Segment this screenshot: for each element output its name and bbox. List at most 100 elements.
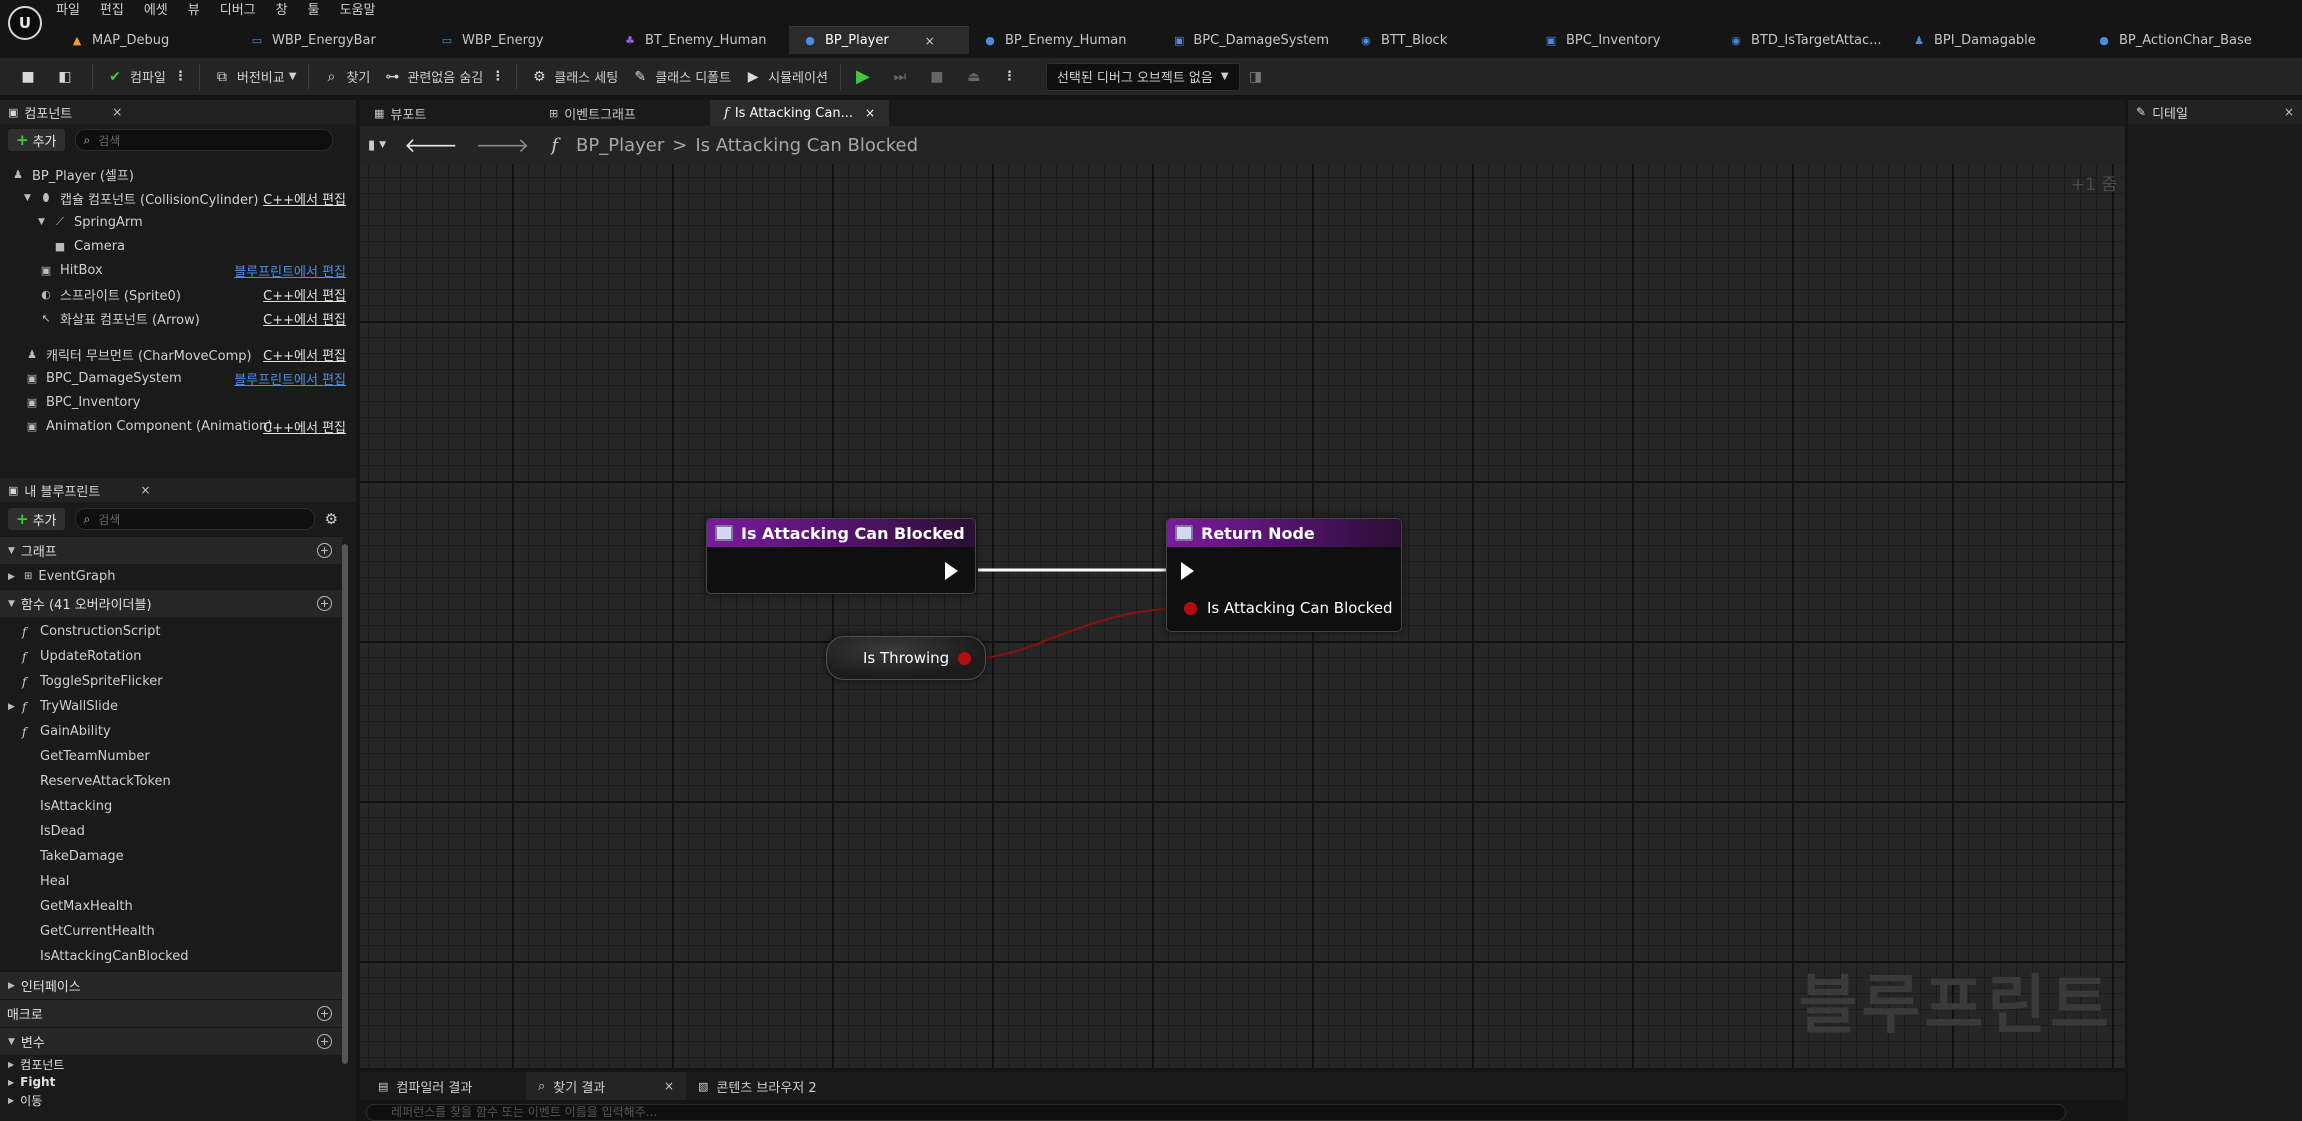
tab-compiler-results[interactable]: ▤ 컴파일러 결과 [366,1072,526,1100]
tab-is-attacking-can-blocked[interactable]: f Is Attacking Can... × [710,100,890,126]
bookmark-icon[interactable]: ▮ [368,138,375,153]
macros-section[interactable]: ▶매크로+ [0,999,342,1027]
forward-arrow-icon[interactable]: 🡒 [476,133,530,157]
doc-tab-btd-istargetattac[interactable]: ◉ BTD_IsTargetAttac... [1715,26,1898,54]
play-button[interactable]: ▶ [847,62,884,92]
simulation-button[interactable]: ▶ 시뮬레이션 [737,62,834,92]
edit-link[interactable]: 블루프린트에서 편집 [234,261,346,280]
class-defaults-button[interactable]: ✎ 클래스 디폴트 [624,62,737,92]
menu-asset[interactable]: 에셋 [144,0,168,22]
edit-link[interactable]: C++에서 편집 [263,309,346,328]
back-arrow-icon[interactable]: 🡐 [404,133,458,157]
close-icon[interactable]: × [664,1079,674,1093]
step-button[interactable]: ⏭ [884,62,921,92]
doc-tab-bp-enemy-human[interactable]: ● BP_Enemy_Human [969,26,1159,54]
chevron-down-icon[interactable]: ▼ [24,193,36,203]
exec-in-pin[interactable] [1181,562,1194,580]
my-blueprint-search-input[interactable]: ⌕ 검색 [74,508,315,530]
function-entry-node[interactable]: Is Attacking Can Blocked [706,518,976,594]
interfaces-section[interactable]: ▶ 인터페이스 [0,971,342,999]
doc-tab-bp-actionchar-base[interactable]: ● BP_ActionChar_Base [2083,26,2273,54]
component-row[interactable]: ↖ 화살표 컴포넌트 (Arrow) C++에서 편집 [0,306,356,330]
compile-button[interactable]: ✔ 컴파일 ⋮ [99,62,193,92]
hide-unrelated-button[interactable]: ⊶ 관련없음 숨김 ⋮ [376,62,510,92]
variables-section[interactable]: ▼ 변수 + [0,1027,342,1055]
debug-filter-button[interactable]: ◨ [1240,62,1277,92]
tab-event-graph[interactable]: ⊞ 이벤트그래프 [535,100,710,126]
functions-section[interactable]: ▼ 함수 (41 오버라이더블) + [0,589,342,617]
doc-tab-bt-enemy-human[interactable]: ♣ BT_Enemy_Human [609,26,789,54]
graphs-section[interactable]: ▼ 그래프 + [0,536,342,564]
close-icon[interactable]: × [112,105,122,119]
kebab-icon[interactable]: ⋮ [1003,69,1016,84]
event-graph-item[interactable]: ▶ ⊞ EventGraph [0,564,342,589]
edit-link[interactable]: C++에서 편집 [263,345,346,364]
close-icon[interactable]: × [2284,105,2294,119]
menu-window[interactable]: 창 [276,0,288,22]
function-item[interactable]: fHeal [0,869,342,894]
doc-tab-bpc-inventory[interactable]: ▣ BPC_Inventory [1530,26,1715,54]
variable-group-movement[interactable]: ▶ 이동 [0,1091,342,1109]
eject-button[interactable]: ⏏ [958,62,995,92]
edit-link[interactable]: C++에서 편집 [263,417,346,436]
function-item[interactable]: f ToggleSpriteFlicker [0,669,342,694]
details-tab[interactable]: ✎ 디테일 × [2128,100,2302,124]
kebab-icon[interactable]: ⋮ [174,69,187,84]
variable-group-components[interactable]: ▶ 컴포넌트 [0,1055,342,1073]
doc-tab-btt-block[interactable]: ◉ BTT_Block [1345,26,1530,54]
function-item[interactable]: fGetTeamNumber [0,744,342,769]
menu-file[interactable]: 파일 [56,0,80,22]
menu-help[interactable]: 도움말 [340,0,376,22]
function-item[interactable]: f GainAbility [0,719,342,744]
add-variable-icon[interactable]: + [317,1034,332,1049]
component-row[interactable]: ▣ Animation Component (Animation) C++에서 편집 [0,414,356,438]
edit-link[interactable]: 블루프린트에서 편집 [234,369,346,388]
function-item[interactable]: fGetMaxHealth [0,894,342,919]
breadcrumb-root[interactable]: BP_Player [576,135,664,156]
stop-button[interactable]: ■ [921,62,958,92]
function-item[interactable]: fGetCurrentHealth [0,919,342,944]
add-member-button[interactable]: + 추가 [8,508,65,530]
variable-group-fight[interactable]: ▶ Fight [0,1073,342,1091]
edit-link[interactable]: C++에서 편집 [263,189,346,208]
tab-content-browser-2[interactable]: ▧ 콘텐츠 브라우저 2 [686,1072,829,1100]
component-row[interactable]: ♟ BP_Player (셀프) [0,162,356,186]
bool-in-pin[interactable] [1184,602,1197,615]
chevron-down-icon[interactable]: ▼ [38,217,50,227]
diff-button[interactable]: ⧉ 버전비교 ▼ [206,62,303,92]
menu-view[interactable]: 뷰 [188,0,200,22]
add-macro-icon[interactable]: + [317,1006,332,1021]
menu-debug[interactable]: 디버그 [220,0,256,22]
gear-icon[interactable]: ⚙ [325,510,338,528]
component-row[interactable]: ▣ BPC_Inventory [0,390,356,414]
unreal-logo-icon[interactable]: U [8,6,42,40]
find-button[interactable]: ⌕ 찾기 [315,62,376,92]
component-row[interactable]: ■ Camera [0,234,356,258]
my-blueprint-tab[interactable]: ▣ 내 블루프린트 × [0,478,356,502]
component-row[interactable]: ▣ BPC_DamageSystem 블루프린트에서 편집 [0,366,356,390]
close-icon[interactable]: × [925,34,935,48]
menu-edit[interactable]: 편집 [100,0,124,22]
exec-out-pin[interactable] [945,562,958,580]
debug-object-select[interactable]: 선택된 디버그 오브젝트 없음 ▼ [1045,62,1240,91]
menu-tools[interactable]: 툴 [308,0,320,22]
function-item[interactable]: fReserveAttackToken [0,769,342,794]
chevron-down-icon[interactable]: ▼ [379,140,386,150]
function-item[interactable]: fIsAttacking [0,794,342,819]
components-tab[interactable]: ▣ 컴포넌트 × [0,100,356,124]
close-icon[interactable]: × [140,483,150,497]
component-row[interactable]: ♟ 캐릭터 무브먼트 (CharMoveComp) C++에서 편집 [0,342,356,366]
function-item[interactable]: fIsDead [0,819,342,844]
components-search-input[interactable]: ⌕ 검색 [74,129,333,151]
component-row[interactable]: ▼ ⟋ SpringArm [0,210,356,234]
bool-out-pin[interactable] [958,652,971,665]
function-item[interactable]: fIsAttackingCanBlocked [0,944,342,969]
kebab-icon[interactable]: ⋮ [491,69,504,84]
tab-find-results[interactable]: ⌕ 찾기 결과 × [526,1072,686,1100]
add-function-icon[interactable]: + [317,596,332,611]
chevron-right-icon[interactable]: ▶ [8,702,15,712]
save-button[interactable]: ■ [12,62,49,92]
find-results-search-input[interactable]: 레퍼런스를 찾을 함수 또는 이벤트 이름을 입력해주... [366,1104,2066,1121]
scrollbar[interactable] [342,544,348,1064]
doc-tab-bpi-damagable[interactable]: ♟ BPI_Damagable [1898,26,2083,54]
